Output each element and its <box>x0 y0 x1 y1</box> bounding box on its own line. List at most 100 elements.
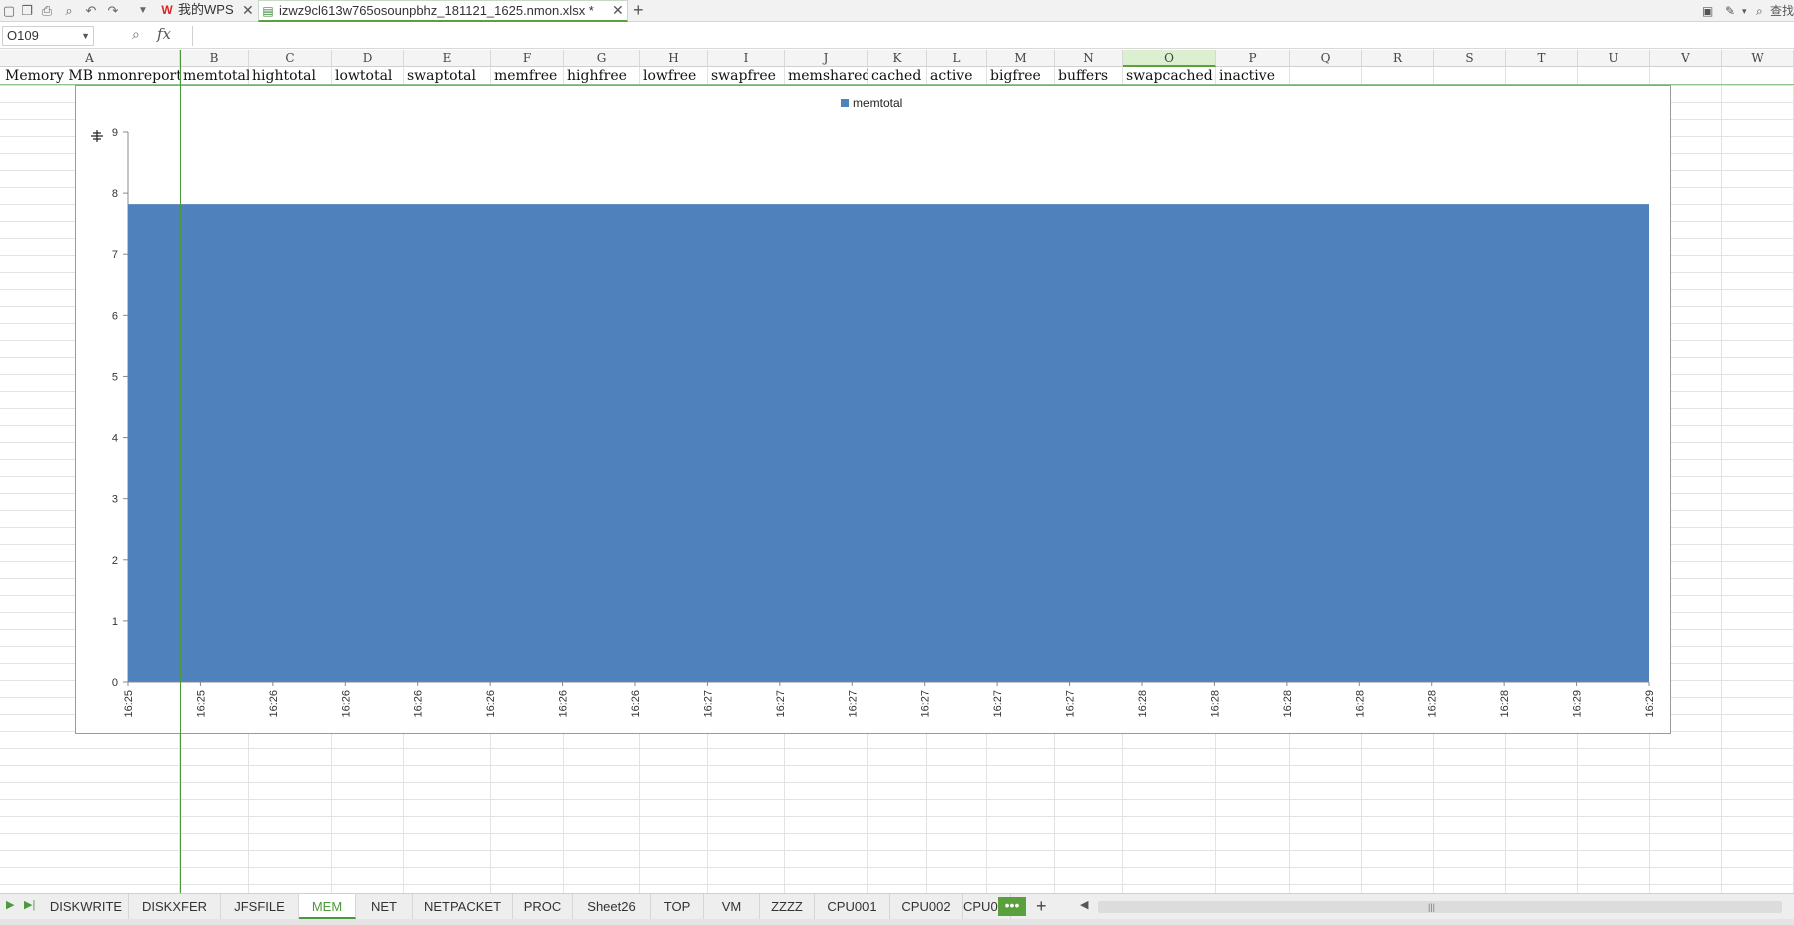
cell-e1[interactable]: swaptotal <box>404 68 491 85</box>
name-box-dropdown-icon[interactable]: ▼ <box>81 27 90 45</box>
y-tick-label: 1 <box>112 616 118 628</box>
sheet-tab-diskwrite[interactable]: DISKWRITE <box>44 894 129 919</box>
sheet-tab-top[interactable]: TOP <box>651 894 704 919</box>
tab-home-label: 我的WPS <box>178 2 234 17</box>
x-tick-label: 16:27 <box>1065 690 1077 718</box>
cell-m1[interactable]: bigfree <box>987 68 1055 85</box>
cell-g1[interactable]: highfree <box>564 68 640 85</box>
sheet-tab-vm[interactable]: VM <box>704 894 760 919</box>
quick-access-dropdown-icon[interactable]: ▼ <box>134 2 152 20</box>
column-header-g[interactable]: G <box>564 50 640 67</box>
name-box[interactable]: O109 ▼ <box>2 26 94 46</box>
sheet-tab-net[interactable]: NET <box>356 894 413 919</box>
new-file-icon[interactable]: ▢ <box>0 2 18 20</box>
horizontal-scrollbar[interactable]: ||| <box>1098 901 1782 913</box>
sheet-tab-sheet26[interactable]: Sheet26 <box>573 894 651 919</box>
column-header-e[interactable]: E <box>404 50 491 67</box>
column-header-h[interactable]: H <box>640 50 708 67</box>
column-header-j[interactable]: J <box>785 50 868 67</box>
column-header-m[interactable]: M <box>987 50 1055 67</box>
cell-k1[interactable]: cached <box>868 68 927 85</box>
settings-dropdown-icon[interactable]: ▾ <box>1742 2 1747 20</box>
sheet-tab-cpu002[interactable]: CPU002 <box>890 894 963 919</box>
column-header-k[interactable]: K <box>868 50 927 67</box>
y-tick-label: 8 <box>112 188 118 200</box>
sheet-tab-jfsfile[interactable]: JFSFILE <box>221 894 299 919</box>
cell-p1[interactable]: inactive <box>1216 68 1290 85</box>
column-header-n[interactable]: N <box>1055 50 1123 67</box>
column-header-b[interactable]: B <box>180 50 249 67</box>
redo-icon[interactable]: ↷ <box>104 2 122 20</box>
column-header-p[interactable]: P <box>1216 50 1290 67</box>
column-header-l[interactable]: L <box>927 50 987 67</box>
formula-bar: O109 ▼ ⌕ fx <box>0 23 1794 49</box>
cell-a1[interactable]: Memory MB nmonreport <box>2 68 180 85</box>
y-tick-label: 7 <box>112 249 118 261</box>
column-header-r[interactable]: R <box>1362 50 1434 67</box>
column-header-c[interactable]: C <box>249 50 332 67</box>
skin-icon[interactable]: ✎ <box>1725 2 1735 20</box>
scrollbar-grip-icon[interactable]: ||| <box>1428 901 1435 913</box>
cell-o1[interactable]: swapcached <box>1123 68 1216 85</box>
row-gridline <box>0 850 1794 851</box>
sheet-tab-cpu001[interactable]: CPU001 <box>815 894 890 919</box>
column-header-u[interactable]: U <box>1578 50 1650 67</box>
column-header-v[interactable]: V <box>1650 50 1722 67</box>
cell-c1[interactable]: hightotal <box>249 68 332 85</box>
x-tick-label: 16:27 <box>992 690 1004 718</box>
more-sheets-button[interactable]: ••• <box>998 897 1026 916</box>
sheet-tab-zzzz[interactable]: ZZZZ <box>760 894 815 919</box>
sheet-tab-mem[interactable]: MEM <box>299 894 356 919</box>
move-cursor-icon <box>91 130 103 142</box>
x-tick-label: 16:26 <box>413 690 425 718</box>
column-header-q[interactable]: Q <box>1290 50 1362 67</box>
fx-icon[interactable]: fx <box>157 25 171 43</box>
minimize-ribbon-icon[interactable]: ▣ <box>1702 2 1713 20</box>
sheet-tab-diskxfer[interactable]: DISKXFER <box>129 894 221 919</box>
x-tick-label: 16:26 <box>485 690 497 718</box>
cell-l1[interactable]: active <box>927 68 987 85</box>
cell-f1[interactable]: memfree <box>491 68 564 85</box>
cell-h1[interactable]: lowfree <box>640 68 708 85</box>
formula-input[interactable] <box>192 26 1792 46</box>
print-icon[interactable]: ⎙ <box>38 2 56 20</box>
column-header-a[interactable]: A <box>0 50 180 67</box>
sheet-tab-proc[interactable]: PROC <box>513 894 573 919</box>
x-tick-label: 16:26 <box>268 690 280 718</box>
cell-d1[interactable]: lowtotal <box>332 68 404 85</box>
undo-icon[interactable]: ↶ <box>82 2 100 20</box>
close-home-tab-icon[interactable]: ✕ <box>242 0 254 20</box>
column-header-f[interactable]: F <box>491 50 564 67</box>
print-preview-icon[interactable]: ⌕ <box>60 2 78 20</box>
y-tick-label: 9 <box>112 127 118 139</box>
sheet-tab-netpacket[interactable]: NETPACKET <box>413 894 513 919</box>
column-header-s[interactable]: S <box>1434 50 1506 67</box>
row-gridline <box>0 816 1794 817</box>
cell-i1[interactable]: swapfree <box>708 68 785 85</box>
cell-j1[interactable]: memshared <box>785 68 868 85</box>
column-header-d[interactable]: D <box>332 50 404 67</box>
search-icon[interactable]: ⌕ <box>1756 2 1763 20</box>
x-tick-label: 16:27 <box>847 690 859 718</box>
column-header-o[interactable]: O <box>1123 50 1216 67</box>
close-document-tab-icon[interactable]: ✕ <box>612 0 624 20</box>
last-sheet-icon[interactable]: ▶| <box>24 898 35 911</box>
area-series-memtotal <box>128 204 1649 682</box>
cell-n1[interactable]: buffers <box>1055 68 1123 85</box>
x-tick-label: 16:29 <box>1644 690 1656 718</box>
tab-document[interactable]: ▤ izwz9cl613w765osounpbhz_181121_1625.nm… <box>258 0 628 22</box>
column-header-i[interactable]: I <box>708 50 785 67</box>
cell-b1[interactable]: memtotal <box>180 68 249 85</box>
zoom-icon[interactable]: ⌕ <box>132 26 140 43</box>
chart-canvas: 0 1 2 3 4 5 6 7 8 9 16:25 16:25 16:26 16:26 16:26 16:26… <box>91 96 1656 718</box>
first-sheet-icon[interactable]: ▶ <box>6 898 14 911</box>
memory-chart[interactable]: 0 1 2 3 4 5 6 7 8 9 16:25 16:25 16:26 16:26 16:26 16:26… <box>75 85 1671 734</box>
open-file-icon[interactable]: ❐ <box>18 2 36 20</box>
row-gridline <box>0 884 1794 885</box>
column-header-t[interactable]: T <box>1506 50 1578 67</box>
new-tab-icon[interactable]: + <box>633 0 644 20</box>
add-sheet-button[interactable]: + <box>1036 896 1047 916</box>
scroll-left-icon[interactable]: ◀ <box>1080 898 1088 911</box>
search-label[interactable]: 查找 <box>1770 2 1794 20</box>
column-header-w[interactable]: W <box>1722 50 1794 67</box>
